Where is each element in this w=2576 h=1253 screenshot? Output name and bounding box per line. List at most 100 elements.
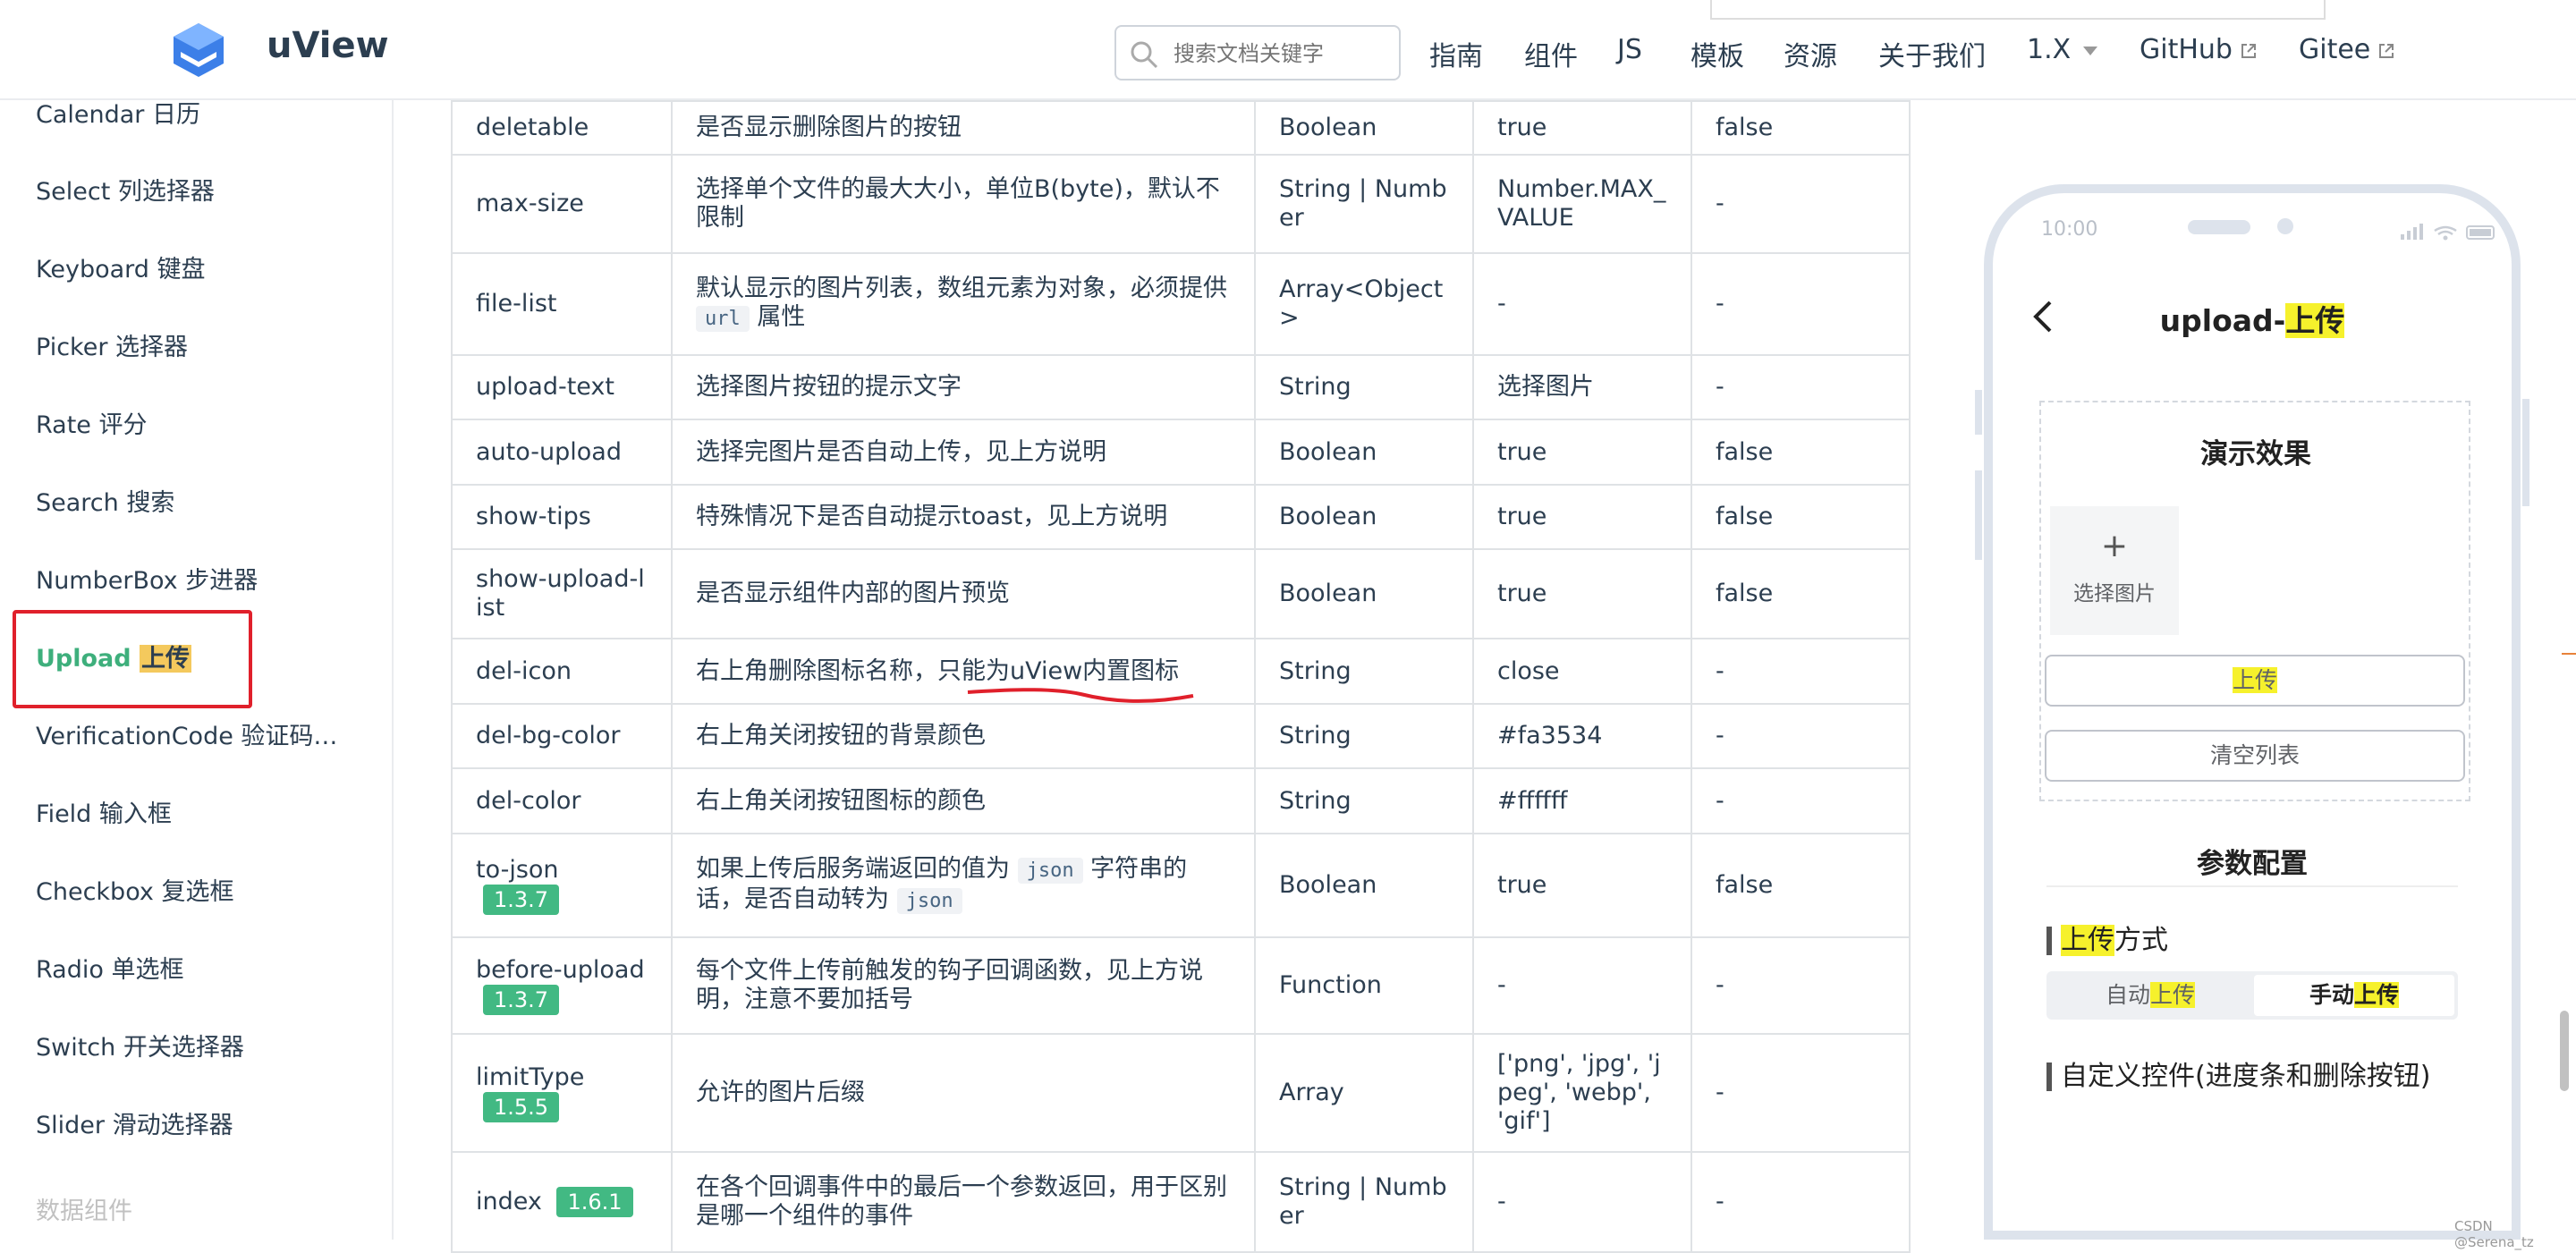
config-title: 参数配置 <box>2197 848 2308 880</box>
table-row: upload-text 选择图片按钮的提示文字 String 选择图片 - <box>451 354 1911 420</box>
default-cell: #ffffff <box>1472 767 1692 834</box>
sidebar-item-checkbox[interactable]: Checkbox 复选框 <box>36 872 358 907</box>
nav-resources[interactable]: 资源 <box>1784 34 1837 73</box>
options-cell: false <box>1690 548 1911 639</box>
desc-cell: 是否显示组件内部的图片预览 <box>671 548 1256 639</box>
upload-mode-heading: 上传方式 <box>2046 925 2168 956</box>
default-cell: true <box>1472 419 1692 486</box>
version-dropdown[interactable]: 1.X <box>2027 34 2098 65</box>
desc-cell: 右上角关闭按钮的背景颜色 <box>671 703 1256 769</box>
inline-code: url <box>696 306 750 332</box>
desc-cell: 右上角关闭按钮图标的颜色 <box>671 767 1256 834</box>
brand-name[interactable]: uView <box>267 25 389 66</box>
phone-volume-button <box>1975 390 1982 435</box>
sidebar-item-rate[interactable]: Rate 评分 <box>36 405 358 440</box>
sidebar-group-partial[interactable]: 数据组件 <box>36 1191 132 1226</box>
version-badge: 1.3.7 <box>483 985 560 1015</box>
signal-wifi-battery-icon <box>2401 224 2495 241</box>
nav-templates[interactable]: 模板 <box>1690 34 1744 73</box>
phone-speaker <box>2188 220 2250 234</box>
type-cell: String <box>1254 638 1474 705</box>
desc-text: 属性 <box>757 303 806 331</box>
sidebar-item-switch[interactable]: Switch 开关选择器 <box>36 1028 358 1063</box>
plus-icon: + <box>2100 528 2129 564</box>
sidebar-item-slider[interactable]: Slider 滑动选择器 <box>36 1105 358 1140</box>
sidebar-item-field[interactable]: Field 输入框 <box>36 794 358 829</box>
segment-highlight: 上传 <box>2150 982 2196 1008</box>
props-table: deletable 是否显示删除图片的按钮 Boolean true false max… <box>451 100 1911 1253</box>
sidebar-item-search[interactable]: Search 搜索 <box>36 483 358 518</box>
desc-cell: 默认显示的图片列表，数组元素为对象，必须提供 url 属性 <box>671 252 1256 356</box>
uview-logo-icon[interactable] <box>170 21 227 79</box>
param-cell: show-upload-list <box>451 548 673 639</box>
version-label: 1.X <box>2027 34 2072 65</box>
table-row: del-color 右上角关闭按钮图标的颜色 String #ffffff - <box>451 767 1911 834</box>
desc-cell: 选择图片按钮的提示文字 <box>671 354 1256 420</box>
default-cell: - <box>1472 1151 1692 1253</box>
desc-cell: 如果上传后服务端返回的值为 json 字符串的话，是否自动转为 json <box>671 833 1256 938</box>
type-cell: Function <box>1254 936 1474 1035</box>
version-badge: 1.3.7 <box>483 885 560 915</box>
divider <box>2046 885 2458 887</box>
default-cell: ['png', 'jpg', 'jpeg', 'webp', 'gif'] <box>1472 1033 1692 1153</box>
choose-image-label: 选择图片 <box>2073 582 2156 605</box>
sidebar-item-radio[interactable]: Radio 单选框 <box>36 950 358 985</box>
param-name: limitType <box>476 1063 585 1091</box>
table-row: auto-upload 选择完图片是否自动上传，见上方说明 Boolean true f… <box>451 419 1911 486</box>
choose-image-button[interactable]: + 选择图片 <box>2050 506 2179 635</box>
table-row: index 1.6.1 在各个回调事件中的最后一个参数返回，用于区别是哪一个组件的… <box>451 1151 1911 1253</box>
search-box[interactable] <box>1114 25 1401 80</box>
param-cell: max-size <box>451 154 673 254</box>
search-input[interactable] <box>1174 36 1388 72</box>
options-cell: - <box>1690 252 1911 356</box>
upload-mode-toggle: 自动上传 手动上传 <box>2046 971 2458 1020</box>
param-cell: del-icon <box>451 638 673 705</box>
title-highlight: 上传 <box>2285 303 2345 338</box>
phone-camera <box>2277 218 2293 234</box>
sidebar-item-keyboard[interactable]: Keyboard 键盘 <box>36 250 358 284</box>
annotation-highlight-box <box>13 610 252 708</box>
param-cell: del-color <box>451 767 673 834</box>
type-cell: Boolean <box>1254 419 1474 486</box>
status-time: 10:00 <box>2041 218 2098 241</box>
custom-control-heading: 自定义控件(进度条和删除按钮) <box>2046 1063 2430 1091</box>
desc-text: 如果上传后服务端返回的值为 <box>696 855 1010 883</box>
default-cell: true <box>1472 548 1692 639</box>
nav-github[interactable]: GitHub <box>2140 34 2258 65</box>
segment-auto-upload[interactable]: 自动上传 <box>2050 975 2250 1016</box>
param-name: before-upload <box>476 956 645 984</box>
param-cell: index 1.6.1 <box>451 1151 673 1253</box>
external-link-icon <box>2379 43 2394 58</box>
table-row: deletable 是否显示删除图片的按钮 Boolean true false <box>451 100 1911 156</box>
table-row: max-size 选择单个文件的最大大小，单位B(byte)，默认不限制 Strin… <box>451 154 1911 254</box>
nav-gitee[interactable]: Gitee <box>2299 34 2395 65</box>
sidebar-item-picker[interactable]: Picker 选择器 <box>36 327 358 362</box>
type-cell: String | Number <box>1254 1151 1474 1253</box>
nav-js[interactable]: JS <box>1617 34 1642 65</box>
default-cell: true <box>1472 100 1692 156</box>
upload-button[interactable]: 上传 <box>2045 655 2465 707</box>
clear-list-button[interactable]: 清空列表 <box>2045 730 2465 782</box>
options-cell: - <box>1690 1033 1911 1153</box>
sidebar-item-numberbox[interactable]: NumberBox 步进器 <box>36 561 358 596</box>
sidebar-item-verificationcode[interactable]: VerificationCode 验证码倒计时 <box>36 716 358 751</box>
default-cell: 选择图片 <box>1472 354 1692 420</box>
options-cell: - <box>1690 936 1911 1035</box>
nav-about[interactable]: 关于我们 <box>1878 34 1986 73</box>
options-cell: - <box>1690 354 1911 420</box>
nav-guide[interactable]: 指南 <box>1429 34 1483 73</box>
param-cell: before-upload 1.3.7 <box>451 936 673 1035</box>
floating-panel-edge <box>1710 0 2326 20</box>
page-scrollbar-thumb[interactable] <box>2560 1011 2569 1091</box>
type-cell: String | Number <box>1254 154 1474 254</box>
desc-cell: 每个文件上传前触发的钩子回调函数，见上方说明，注意不要加括号 <box>671 936 1256 1035</box>
sidebar-item-calendar[interactable]: Calendar 日历 <box>36 100 358 130</box>
phone-volume-button <box>1975 470 1982 560</box>
desc-text: 默认显示的图片列表，数组元素为对象，必须提供 <box>696 275 1227 302</box>
param-name: to-json <box>476 856 559 884</box>
segment-manual-upload[interactable]: 手动上传 <box>2254 975 2454 1016</box>
phone-power-button <box>2522 399 2529 506</box>
sidebar-item-select[interactable]: Select 列选择器 <box>36 172 358 207</box>
heading-text: 方式 <box>2114 925 2168 956</box>
nav-components[interactable]: 组件 <box>1524 34 1578 73</box>
